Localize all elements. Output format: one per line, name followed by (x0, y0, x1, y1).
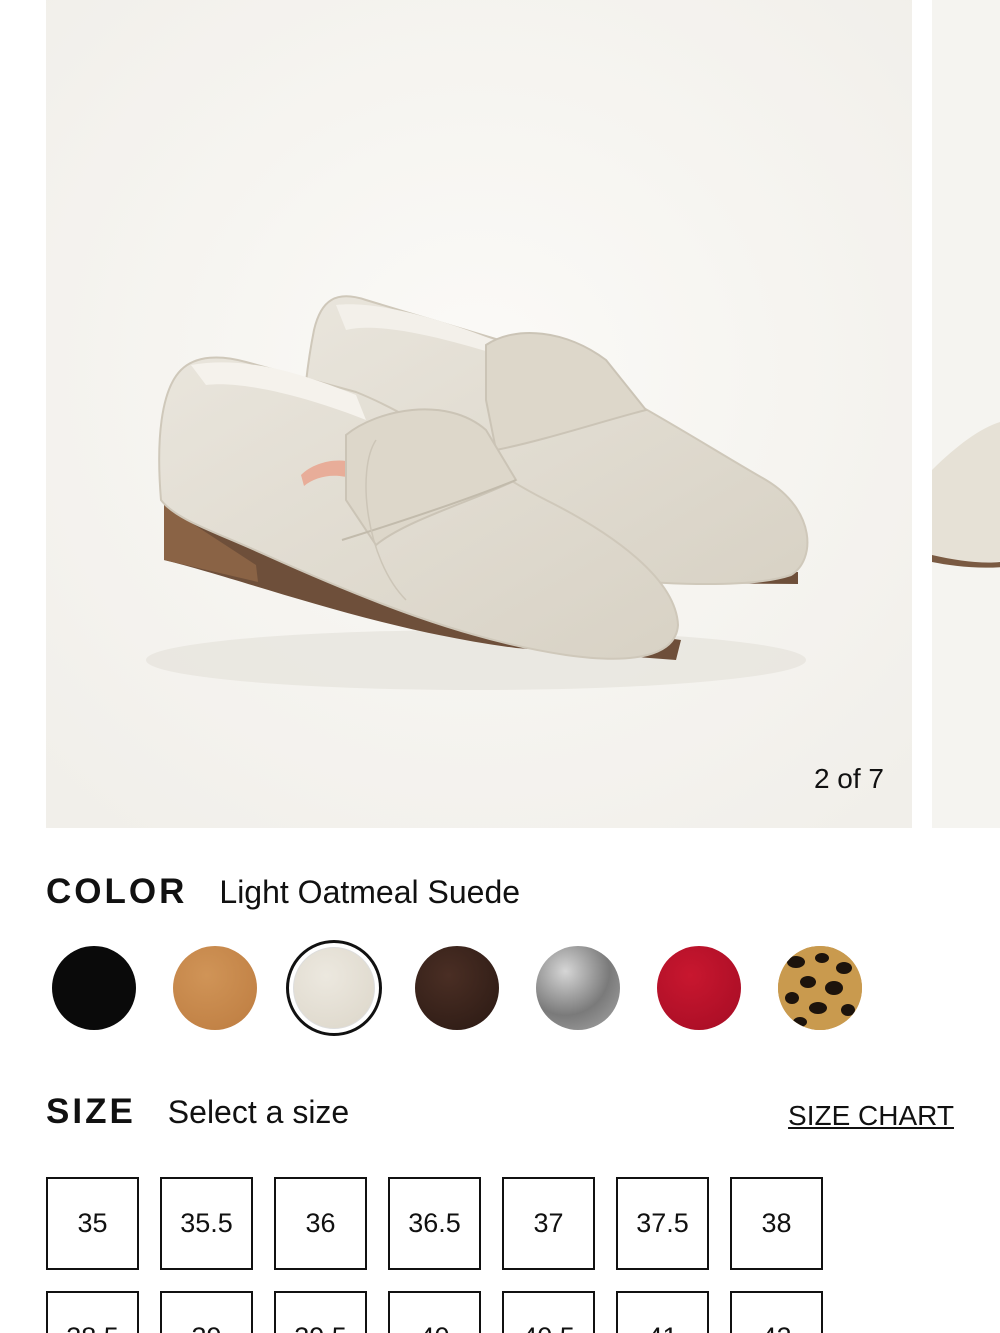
size-option[interactable]: 36.5 (388, 1177, 481, 1270)
size-option[interactable]: 38 (730, 1177, 823, 1270)
size-option[interactable]: 37.5 (616, 1177, 709, 1270)
swatch-dark-brown-fill (415, 946, 499, 1030)
size-option[interactable]: 36 (274, 1177, 367, 1270)
size-option[interactable]: 38.5 (46, 1291, 139, 1333)
size-chart-link[interactable]: SIZE CHART (788, 1100, 954, 1132)
size-header: SIZE Select a size SIZE CHART (46, 1092, 954, 1132)
swatch-light-oatmeal[interactable] (286, 940, 382, 1036)
size-label: SIZE (46, 1092, 136, 1131)
size-option[interactable]: 40 (388, 1291, 481, 1333)
color-swatches (46, 940, 876, 1036)
size-option[interactable]: 35.5 (160, 1177, 253, 1270)
loafer-preview-image (932, 0, 1000, 828)
swatch-tan[interactable] (167, 940, 263, 1036)
selected-color-name: Light Oatmeal Suede (219, 874, 521, 910)
swatch-tan-fill (173, 946, 257, 1030)
product-image-gallery[interactable]: 2 of 7 (0, 0, 1000, 828)
size-option[interactable]: 41 (616, 1291, 709, 1333)
image-counter: 2 of 7 (813, 763, 884, 794)
color-header: COLOR Light Oatmeal Suede (46, 872, 520, 912)
swatch-dark-brown[interactable] (409, 940, 505, 1036)
swatch-silver-fill (536, 946, 620, 1030)
leopard-pattern-icon (778, 946, 862, 1030)
color-label: COLOR (46, 872, 188, 911)
swatch-red-fill (657, 946, 741, 1030)
selected-size-text: Select a size (167, 1094, 350, 1130)
swatch-black[interactable] (46, 940, 142, 1036)
product-image[interactable]: 2 of 7 (46, 0, 912, 828)
size-option[interactable]: 35 (46, 1177, 139, 1270)
size-option[interactable]: 39 (160, 1291, 253, 1333)
swatch-red[interactable] (651, 940, 747, 1036)
size-option[interactable]: 37 (502, 1177, 595, 1270)
size-option[interactable]: 40.5 (502, 1291, 595, 1333)
swatch-black-fill (52, 946, 136, 1030)
swatch-silver[interactable] (530, 940, 626, 1036)
swatch-leopard-fill (778, 946, 862, 1030)
size-option[interactable]: 42 (730, 1291, 823, 1333)
swatch-leopard[interactable] (772, 940, 868, 1036)
swatch-light-oatmeal-fill (293, 947, 375, 1029)
size-option[interactable]: 39.5 (274, 1291, 367, 1333)
next-image-preview[interactable] (932, 0, 1000, 828)
loafer-pair-image (46, 0, 912, 828)
